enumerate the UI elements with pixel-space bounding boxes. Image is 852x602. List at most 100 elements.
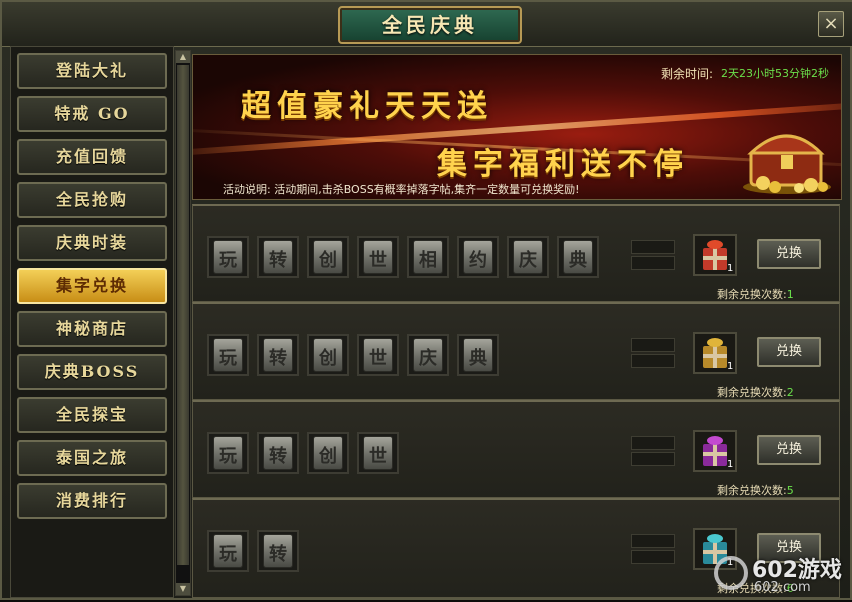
sidebar-item[interactable]: 全民探宝 [17,397,167,433]
exchange-row: 玩 转 创 世 庆 典 1 兑换剩余兑换次数:2 [192,302,840,400]
character-label: 创 [319,250,337,271]
window-title: 全民庆典 [382,13,478,37]
scroll-down-icon[interactable]: ▼ [176,583,190,595]
character-card[interactable]: 玩 [207,236,249,278]
watermark: 602游戏 602.com [714,548,852,602]
sidebar-item-label: 庆典BOSS [44,362,140,381]
character-label: 世 [369,348,387,369]
sidebar-item[interactable]: 神秘商店 [17,311,167,347]
character-label: 典 [469,348,487,369]
character-card[interactable]: 创 [307,236,349,278]
empty-slot [631,354,675,368]
character-card[interactable]: 转 [257,432,299,474]
empty-slot [631,550,675,564]
character-card[interactable]: 转 [257,530,299,572]
character-card[interactable]: 创 [307,432,349,474]
sidebar-item-label: 特戒 GO [54,104,130,123]
scrollbar[interactable]: ▲ ▼ [175,50,191,596]
event-banner: 超值豪礼天天送 集字福利送不停 剩余时间: 2天23小时53分钟2秒 活动说明:… [192,54,842,200]
character-label: 创 [319,446,337,467]
character-label: 世 [369,446,387,467]
character-card[interactable]: 创 [307,334,349,376]
sidebar-item-label: 充值回馈 [55,147,128,166]
watermark-url: 602.com [754,580,811,595]
character-card[interactable]: 玩 [207,334,249,376]
empty-slot [631,256,675,270]
sidebar-item[interactable]: 全民抢购 [17,182,167,218]
character-label: 相 [419,250,437,271]
sidebar-item-label: 全民探宝 [55,405,128,424]
character-card[interactable]: 世 [357,236,399,278]
remaining-exchanges-count: 1 [786,288,794,301]
title-bar: 全民庆典 × [2,2,852,47]
sidebar-item[interactable]: 泰国之旅 [17,440,167,476]
gift-ribbon [703,452,727,456]
character-label: 玩 [219,544,237,565]
sidebar-item-label: 集字兑换 [55,276,128,295]
remaining-exchanges-label: 剩余兑换次数: [717,386,787,399]
sidebar: 登陆大礼特戒 GO 充值回馈全民抢购庆典时装集字兑换神秘商店庆典BOSS 全民探宝泰… [10,46,174,598]
remaining-time-label: 剩余时间: [661,67,714,81]
reward-gift-box[interactable]: 1 [693,332,737,374]
character-card[interactable]: 转 [257,236,299,278]
character-label: 庆 [419,348,437,369]
sidebar-item-label: 泰国之旅 [55,448,128,467]
character-label: 典 [569,250,587,271]
empty-slot [631,436,675,450]
sidebar-item[interactable]: 特戒 GO [17,96,167,132]
scroll-up-icon[interactable]: ▲ [176,51,190,63]
exchange-button[interactable]: 兑换 [757,435,821,465]
reward-quantity: 1 [727,361,734,372]
character-card[interactable]: 典 [557,236,599,278]
character-card[interactable]: 庆 [507,236,549,278]
sidebar-item[interactable]: 登陆大礼 [17,53,167,89]
scroll-thumb[interactable] [177,65,189,565]
character-card[interactable]: 庆 [407,334,449,376]
remaining-exchanges: 剩余兑换次数:5 [717,482,794,498]
character-label: 转 [269,250,287,271]
character-card[interactable]: 玩 [207,432,249,474]
close-button[interactable]: × [818,11,844,37]
remaining-exchanges: 剩余兑换次数:1 [717,286,794,302]
sidebar-item[interactable]: 充值回馈 [17,139,167,175]
reward-gift-box[interactable]: 1 [693,430,737,472]
sidebar-item[interactable]: 消费排行 [17,483,167,519]
character-label: 庆 [519,250,537,271]
gift-bow-icon [707,534,723,543]
exchange-button[interactable]: 兑换 [757,337,821,367]
character-card[interactable]: 世 [357,334,399,376]
reward-quantity: 1 [727,263,734,274]
character-label: 转 [269,348,287,369]
remaining-exchanges: 剩余兑换次数:2 [717,384,794,400]
character-card[interactable]: 典 [457,334,499,376]
empty-slot [631,452,675,466]
remaining-exchanges-count: 2 [786,386,794,399]
remaining-exchanges-label: 剩余兑换次数: [717,288,787,301]
character-label: 玩 [219,250,237,271]
sidebar-item[interactable]: 庆典时装 [17,225,167,261]
gift-bow-icon [707,436,723,445]
close-icon: × [823,13,839,34]
gift-bow-icon [707,338,723,347]
banner-slogan-2: 集字福利送不停 [437,147,689,182]
character-label: 创 [319,348,337,369]
sidebar-item[interactable]: 庆典BOSS [17,354,167,390]
sidebar-item-label: 登陆大礼 [55,61,128,80]
character-card[interactable]: 转 [257,334,299,376]
character-card[interactable]: 世 [357,432,399,474]
character-card[interactable]: 约 [457,236,499,278]
exchange-button[interactable]: 兑换 [757,239,821,269]
gift-bow-icon [707,240,723,249]
character-label: 转 [269,544,287,565]
character-card[interactable]: 玩 [207,530,249,572]
character-label: 玩 [219,348,237,369]
character-label: 转 [269,446,287,467]
character-card[interactable]: 相 [407,236,449,278]
reward-gift-box[interactable]: 1 [693,234,737,276]
sidebar-item[interactable]: 集字兑换 [17,268,167,304]
reward-quantity: 1 [727,459,734,470]
remaining-exchanges-count: 5 [786,484,794,497]
event-description: 活动说明: 活动期间,击杀BOSS有概率掉落字帖,集齐一定数量可兑换奖励! [223,183,580,196]
treasure-chest-icon [743,134,831,194]
remaining-time-value: 2天23小时53分钟2秒 [721,67,829,80]
